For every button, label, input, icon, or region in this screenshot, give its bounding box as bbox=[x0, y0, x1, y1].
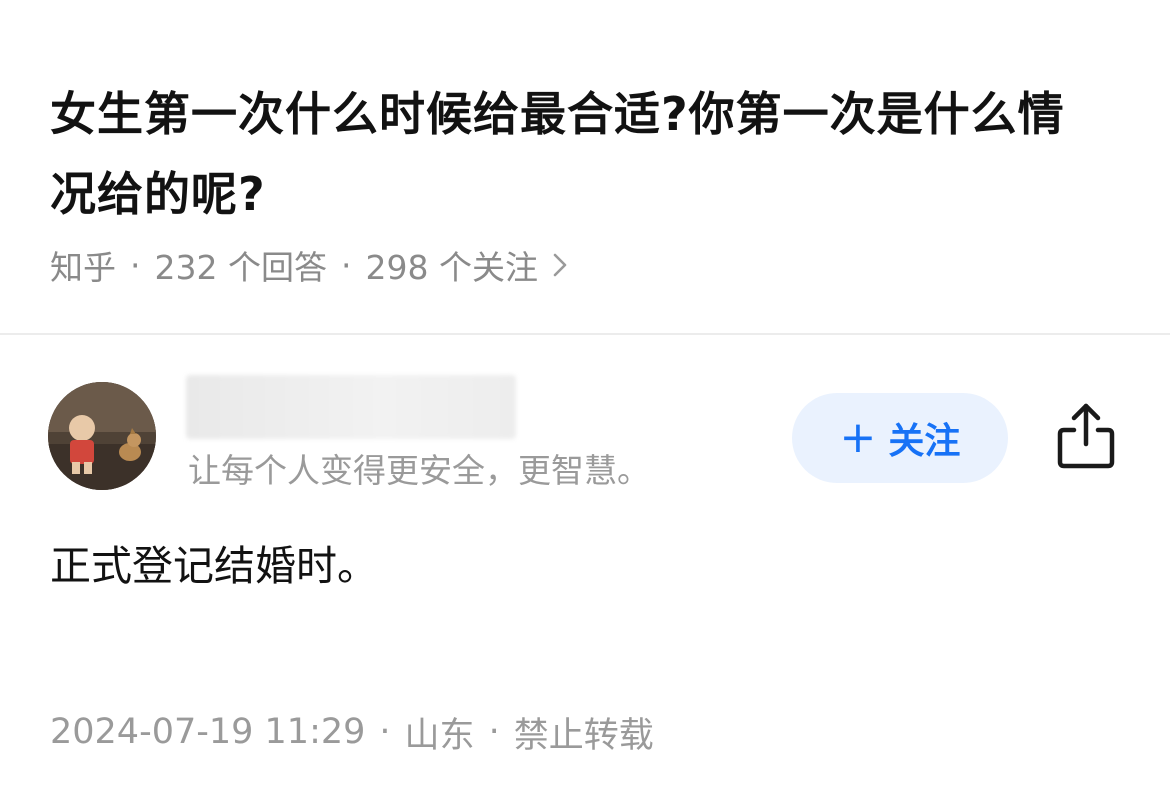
copyright-notice: 禁止转载 bbox=[513, 715, 654, 756]
follow-button[interactable]: + 关注 bbox=[792, 393, 1008, 483]
author-name-redacted[interactable] bbox=[186, 375, 516, 439]
answer-date: 2024-07-19 11:29 bbox=[50, 712, 366, 752]
section-divider bbox=[0, 333, 1170, 335]
separator-dot: · bbox=[379, 712, 391, 752]
author-bio: 让每个人变得更安全，更智慧。 bbox=[188, 451, 650, 490]
plus-icon: + bbox=[839, 412, 877, 463]
answers-count: 232 个回答 bbox=[154, 248, 327, 287]
chevron-right-icon bbox=[553, 253, 567, 277]
answer-footer: 2024-07-19 11:29 · 山东 · 禁止转载 bbox=[50, 704, 654, 760]
follow-label: 关注 bbox=[888, 421, 961, 462]
answer-content[interactable]: 正式登记结婚时。 bbox=[50, 534, 378, 598]
question-title[interactable]: 女生第一次什么时候给最合适?你第一次是什么情况给的呢? bbox=[50, 74, 1110, 234]
question-meta[interactable]: 知乎 · 232 个回答 · 298 个关注 bbox=[50, 240, 568, 290]
source-label: 知乎 bbox=[50, 248, 116, 287]
separator-dot: · bbox=[130, 245, 141, 285]
followers-count: 298 个关注 bbox=[365, 248, 538, 287]
separator-dot: · bbox=[340, 245, 352, 285]
share-icon[interactable] bbox=[1052, 400, 1120, 472]
author-avatar[interactable] bbox=[48, 382, 156, 490]
avatar-image bbox=[48, 382, 156, 490]
separator-dot: · bbox=[488, 712, 500, 752]
answer-location: 山东 bbox=[404, 715, 475, 756]
